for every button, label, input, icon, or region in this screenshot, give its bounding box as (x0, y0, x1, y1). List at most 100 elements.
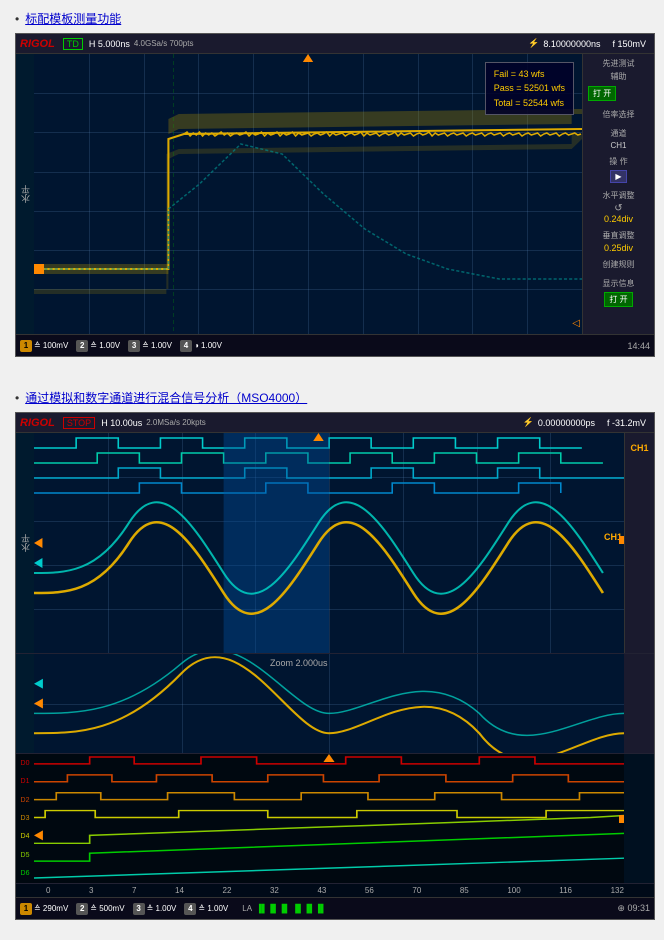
scope2-ch3-num: 3 (133, 903, 145, 915)
scope1-container: RIGOL TD H 5.000ns 4.0GSa/s 700pts ⚡ 8.1… (15, 33, 655, 357)
scope1-ch1-num: 1 (20, 340, 32, 352)
scope2-ch1-num: 1 (20, 903, 32, 915)
scope2-zoom-waveform (34, 654, 624, 753)
scope2-analog-waveform (34, 433, 624, 653)
timescale-56: 56 (365, 886, 374, 895)
scope1-topbar: RIGOL TD H 5.000ns 4.0GSa/s 700pts ⚡ 8.1… (16, 34, 654, 54)
scope2-status: STOP (63, 417, 95, 429)
timescale-132: 132 (611, 886, 624, 895)
timescale-32: 32 (270, 886, 279, 895)
scope1-ch2-num: 2 (76, 340, 88, 352)
timescale-14: 14 (175, 886, 184, 895)
scope1-pass-stat: Pass = 52501 wfs (494, 81, 565, 95)
section2-link[interactable]: 通过模拟和数字通道进行混合信号分析（MSO4000） (25, 389, 307, 406)
scope1-timebase: H 5.000ns (89, 39, 130, 49)
timescale-85: 85 (460, 886, 469, 895)
scope1-total-stat: Total = 52544 wfs (494, 96, 565, 110)
rp-open-row: 打 开 (585, 84, 652, 103)
scope2-time: ⊕ 09:31 (617, 903, 650, 914)
scope2-digital-right-marker (619, 815, 624, 823)
scope2-rightpanel: CH1 (624, 433, 654, 653)
scope2-ch1-indicator: 1 ≙ 290mV (20, 903, 68, 915)
rp-play-btn[interactable]: ▶ (610, 170, 626, 183)
scope1-trigger-icon: ⚡ (528, 38, 539, 49)
timescale-43: 43 (317, 886, 326, 895)
rp-vadj-val: 0.25div (585, 243, 652, 253)
scope2-container: RIGOL STOP H 10.00us 2.0MSa/s 20kpts ⚡ 0… (15, 412, 655, 920)
rp-hadj-title: 水平调整 (585, 190, 652, 201)
scope1-bottombar: 1 ≙ 100mV 2 ≙ 1.00V 3 ≙ 1.00V 4 ◑ 1.00V … (16, 334, 654, 356)
scope1-main: 水平 (16, 54, 654, 334)
scope2-ch2-val: ≙ 500mV (90, 904, 124, 913)
scope2-la-label: LA (242, 904, 252, 913)
scope1-stats-box: Fail = 43 wfs Pass = 52501 wfs Total = 5… (485, 62, 574, 115)
rp-help-title: 辅助 (585, 71, 652, 82)
scope2-bottombar: 1 ≙ 290mV 2 ≙ 500mV 3 ≙ 1.00V 4 ≙ 1.00V … (16, 897, 654, 919)
scope2-ch1-val: ≙ 290mV (34, 904, 68, 913)
scope1-ylabel-text: 水平 (19, 185, 32, 203)
scope1-ch1-indicator: 1 ≙ 100mV (20, 340, 68, 352)
rp-vadj: 垂直调整 0.25div (585, 230, 652, 253)
rp-create-title: 创建规则 (585, 259, 652, 270)
scope2-ch1-right-marker (619, 536, 624, 544)
scope1-ch1-val: ≙ 100mV (34, 341, 68, 350)
section1-link[interactable]: 标配模板测量功能 (25, 10, 121, 27)
scope1-corner-marker: ◁ (572, 318, 580, 329)
scope2-digital-waveform (34, 754, 624, 883)
rp-adv-test: 先进测试 辅助 打 开 (585, 58, 652, 103)
rp-hadj-val: 0.24div (585, 214, 652, 224)
scope1-ch3-indicator: 3 ≙ 1.00V (128, 340, 172, 352)
scope1-ch3-num: 3 (128, 340, 140, 352)
scope2-zoom-label: Zoom 2.000us (270, 658, 328, 668)
rp-create-rule: 创建规则 (585, 259, 652, 272)
scope2-time-val: 09:31 (627, 903, 650, 913)
scope2-zoom-view: Zoom 2.000us (16, 653, 654, 753)
timescale-70: 70 (412, 886, 421, 895)
scope2-ch3-indicator: 3 ≙ 1.00V (133, 903, 177, 915)
rp-ch-title: 通道 (585, 128, 652, 139)
rp-adv-title: 先进测试 (585, 58, 652, 69)
scope2-trigger-volt: f -31.2mV (607, 418, 646, 428)
scope1-ch4-indicator: 4 ◑ 1.00V (180, 340, 222, 352)
scope2-topbar: RIGOL STOP H 10.00us 2.0MSa/s 20kpts ⚡ 0… (16, 413, 654, 433)
scope1-acq: 4.0GSa/s 700pts (134, 39, 194, 48)
rp-select: 倍率选择 (585, 109, 652, 122)
scope2-ch4-num: 4 (184, 903, 196, 915)
timescale-7: 7 (132, 886, 136, 895)
rp-open-btn[interactable]: 打 开 (588, 86, 616, 101)
scope1-ch2-indicator: 2 ≙ 1.00V (76, 340, 120, 352)
scope1-ch4-val: ◑ 1.00V (194, 341, 222, 350)
timescale-3: 3 (89, 886, 93, 895)
scope1-ch2-val: ≙ 1.00V (90, 341, 120, 350)
rp-vadj-title: 垂直调整 (585, 230, 652, 241)
rp-operate-title: 操 作 (585, 156, 652, 167)
rp-showinfo-title: 显示信息 (585, 278, 652, 289)
scope1-ch4-num: 4 (180, 340, 192, 352)
scope1-rightpanel: 先进测试 辅助 打 开 倍率选择 通道 CH1 操 作 ▶ 水平调整 ↺ 0.2… (582, 54, 654, 334)
scope1-screen: Fail = 43 wfs Pass = 52501 wfs Total = 5… (34, 54, 582, 334)
bullet1: • (15, 12, 19, 26)
scope2-ch1-right-label: CH1 (630, 443, 648, 453)
rp-open2-btn[interactable]: 打 开 (604, 292, 632, 307)
scope2-ylabel-text: 水平 (19, 534, 32, 552)
scope2-digital-status: ▐▌▐▌▐▌ ▐▌▐▌▐▌ (256, 904, 326, 913)
scope2-ch4-indicator: 4 ≙ 1.00V (184, 903, 228, 915)
scope2-ylabel: 水平 (16, 433, 34, 653)
section1-link-container: • 标配模板测量功能 (15, 10, 649, 27)
scope2-timescale: 0 3 7 14 22 32 43 56 70 85 100 116 132 (16, 883, 654, 897)
timescale-116: 116 (559, 886, 572, 895)
scope2-main: 水平 (16, 433, 654, 653)
scope2-ch2-indicator: 2 ≙ 500mV (76, 903, 124, 915)
scope2-screen: CH1 (34, 433, 624, 653)
bullet2: • (15, 391, 19, 405)
scope1-status: TD (63, 38, 83, 50)
rp-hadj-icon: ↺ (585, 203, 652, 214)
scope1-trigger-volt: f 150mV (612, 39, 646, 49)
scope1-ch3-val: ≙ 1.00V (142, 341, 172, 350)
scope2-ch4-val: ≙ 1.00V (198, 904, 228, 913)
rp-ch: 通道 CH1 (585, 128, 652, 150)
scope1-trigger-time: 8.10000000ns (543, 39, 600, 49)
timescale-22: 22 (223, 886, 232, 895)
timescale-0: 0 (46, 886, 50, 895)
rp-ch-val: CH1 (585, 141, 652, 150)
